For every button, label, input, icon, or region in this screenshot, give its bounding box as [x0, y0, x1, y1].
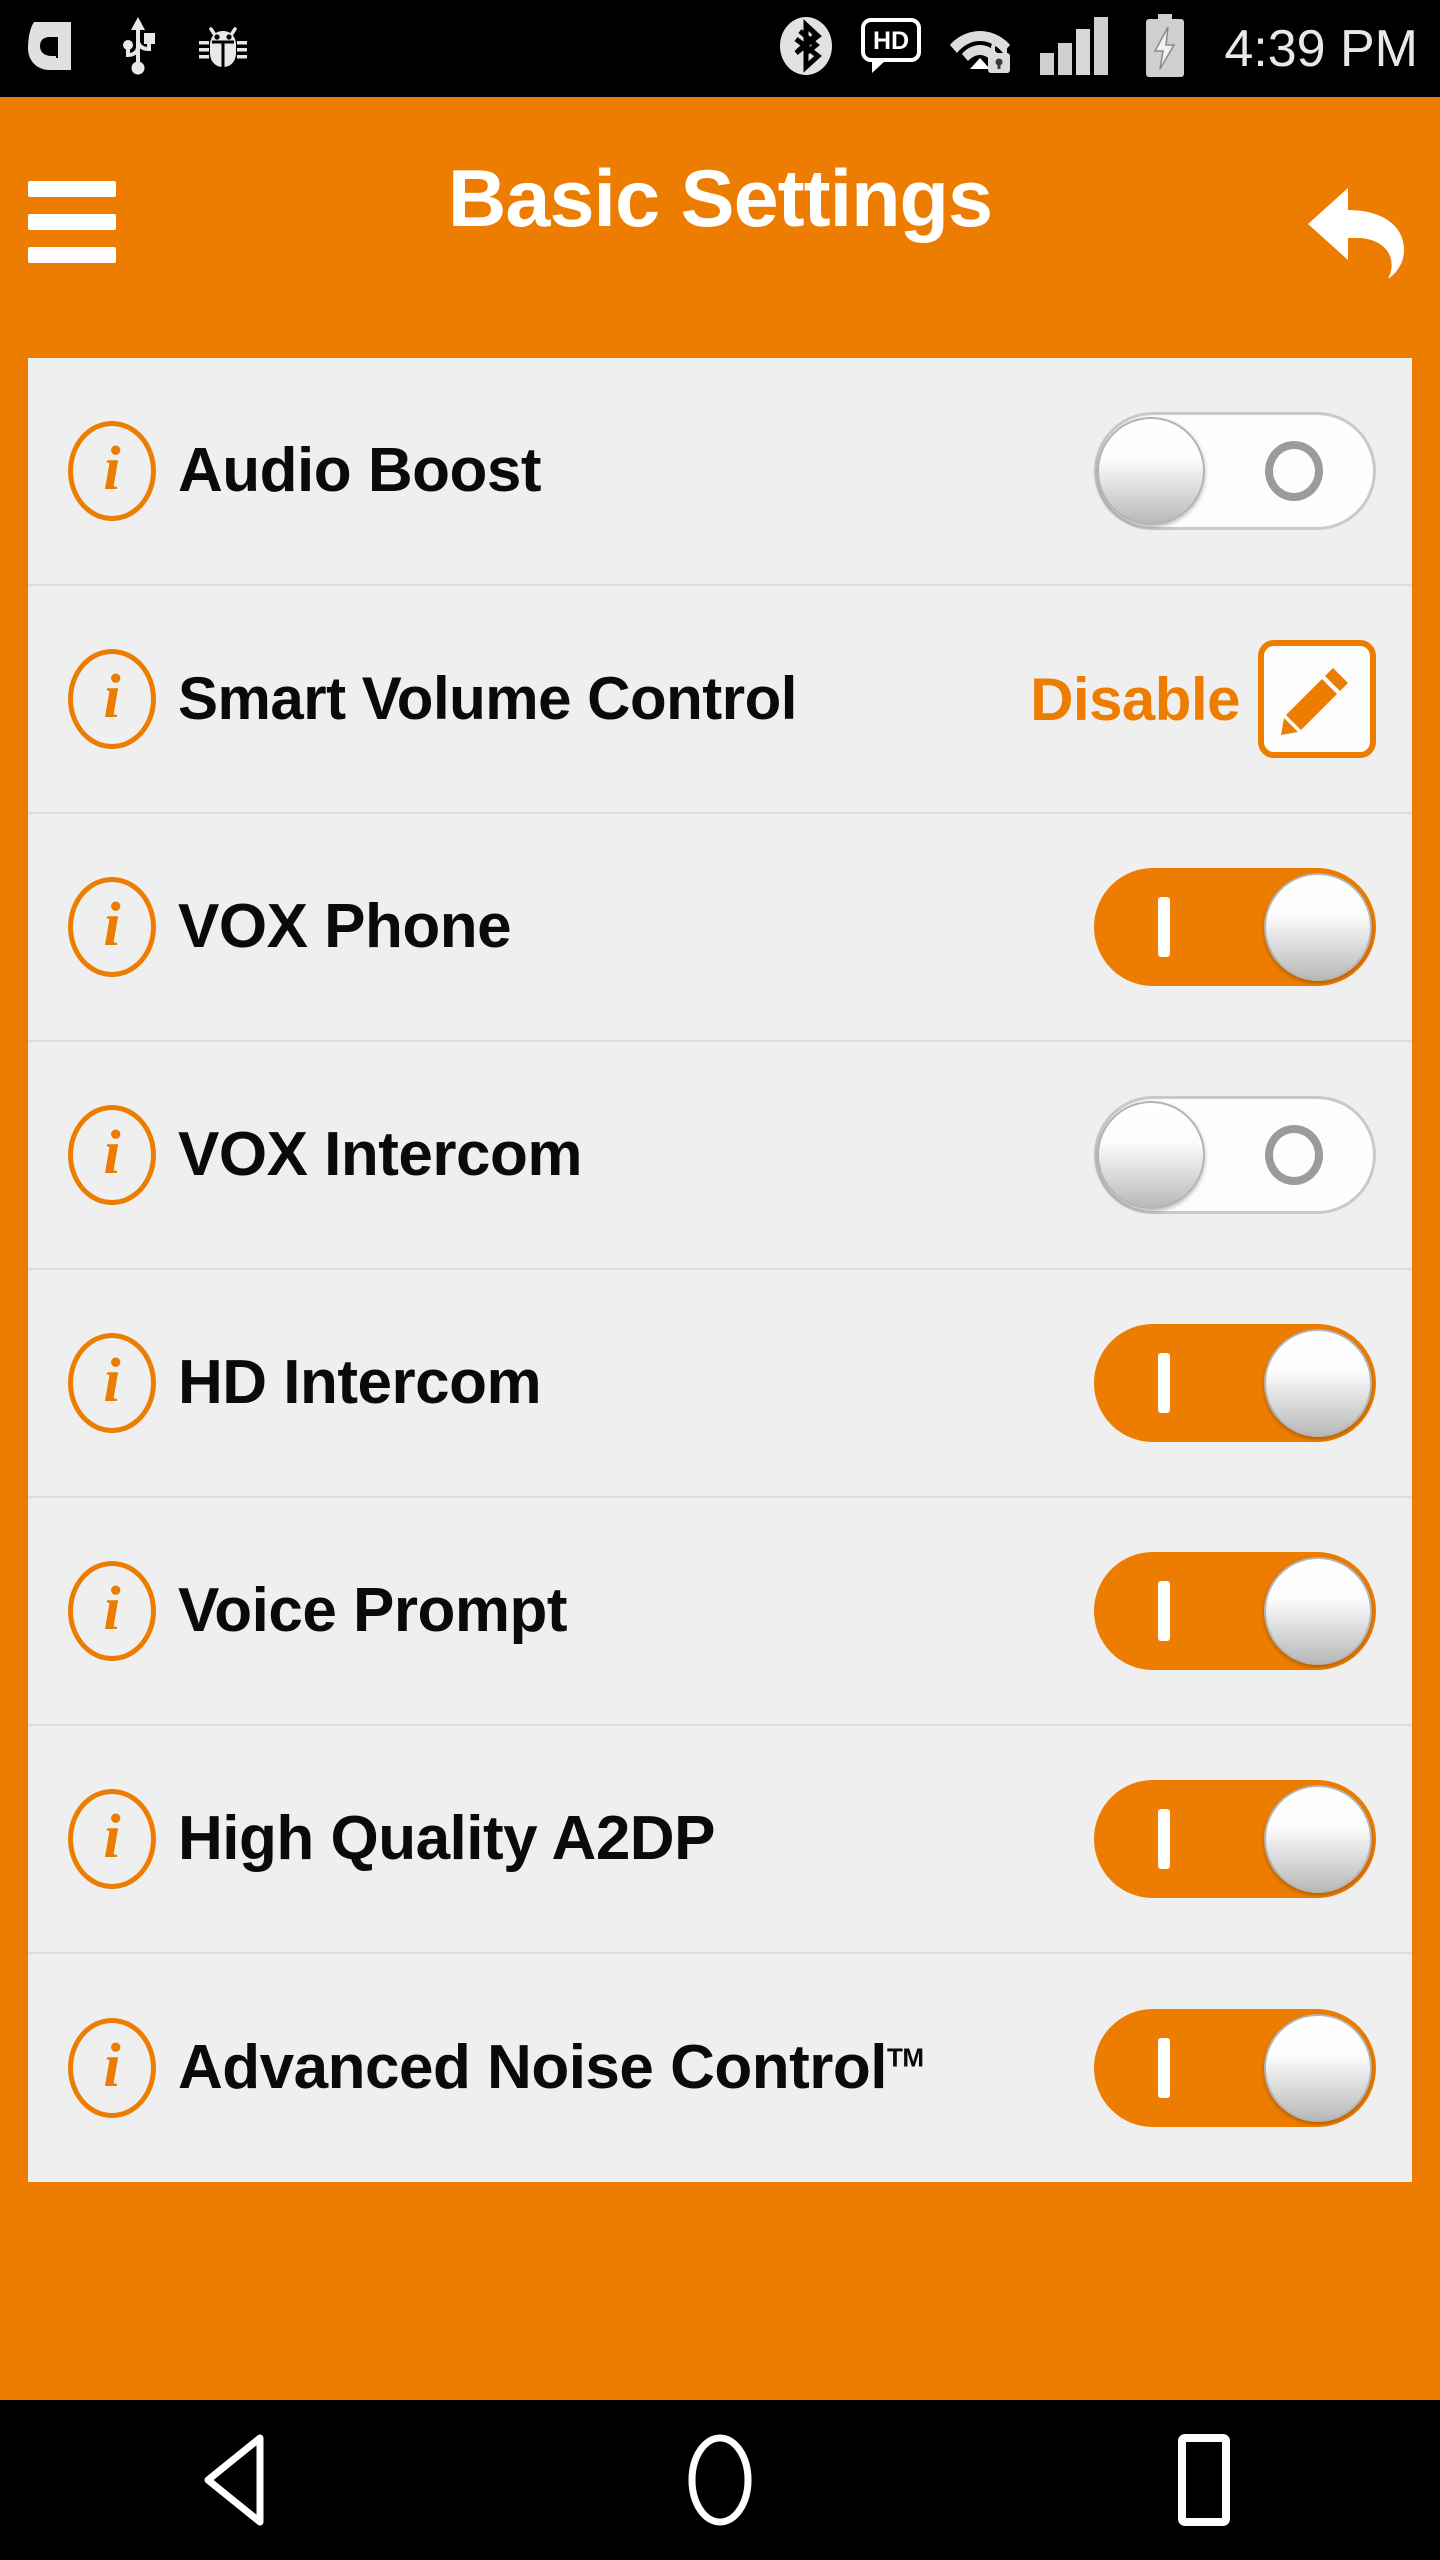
info-icon[interactable]: i [68, 1105, 156, 1205]
info-icon[interactable]: i [68, 877, 156, 977]
status-bar-left-icons [28, 17, 250, 80]
settings-list: i Audio Boost i Smart Volume Control Dis… [28, 358, 1412, 2182]
setting-value: Disable [1030, 665, 1240, 733]
toggle-voice-prompt[interactable] [1094, 1552, 1376, 1670]
info-icon-glyph: i [103, 2032, 121, 2100]
battery-charging-icon [1142, 14, 1188, 83]
info-icon[interactable]: i [68, 1561, 156, 1661]
cellular-signal-icon [1038, 15, 1116, 82]
setting-label: Smart Volume Control [178, 664, 797, 732]
android-navigation-bar [0, 2400, 1440, 2560]
info-icon-glyph: i [103, 663, 121, 731]
phone-screen: HD 4:39 PM Basic Settings i Audio Boost … [0, 0, 1440, 2560]
setting-label: Audio Boost [178, 436, 542, 506]
toggle-on-mark [1158, 1353, 1170, 1413]
value-edit-group: Disable [1030, 640, 1376, 758]
info-icon[interactable]: i [68, 421, 156, 521]
toggle-knob [1264, 1785, 1372, 1893]
setting-row-audio-boost[interactable]: i Audio Boost [28, 358, 1412, 586]
toggle-high-quality-a2dp[interactable] [1094, 1780, 1376, 1898]
menu-line-3 [28, 247, 116, 263]
toggle-on-mark [1158, 1581, 1170, 1641]
nav-home-button[interactable] [480, 2400, 960, 2560]
setting-row-voice-prompt[interactable]: i Voice Prompt [28, 1498, 1412, 1726]
toggle-off-mark [1265, 441, 1323, 501]
bluetooth-icon [778, 15, 834, 82]
status-clock: 4:39 PM [1224, 19, 1418, 78]
info-icon[interactable]: i [68, 2018, 156, 2118]
nav-recents-button[interactable] [960, 2400, 1440, 2560]
info-icon-glyph: i [103, 891, 121, 959]
info-icon-glyph: i [103, 1575, 121, 1643]
info-icon-glyph: i [103, 435, 121, 503]
toggle-vox-phone[interactable] [1094, 868, 1376, 986]
info-icon-glyph: i [103, 1119, 121, 1187]
toggle-on-mark [1158, 897, 1170, 957]
info-icon[interactable]: i [68, 1333, 156, 1433]
toggle-knob [1264, 1329, 1372, 1437]
setting-label: HD Intercom [178, 1348, 542, 1418]
debug-bug-icon [196, 19, 250, 78]
toggle-on-mark [1158, 1809, 1170, 1869]
toggle-on-mark [1158, 2038, 1170, 2098]
usb-icon [118, 17, 158, 80]
setting-label: High Quality A2DP [178, 1804, 715, 1874]
setting-row-vox-intercom[interactable]: i VOX Intercom [28, 1042, 1412, 1270]
toggle-knob [1097, 1101, 1205, 1209]
setting-label: VOX Phone [178, 892, 512, 962]
toggle-knob [1097, 417, 1205, 525]
square-recents-icon [1178, 2434, 1230, 2526]
status-bar: HD 4:39 PM [0, 0, 1440, 97]
toggle-off-mark [1265, 1125, 1323, 1185]
setting-label: Advanced Noise Control [178, 2033, 888, 2103]
toggle-knob [1264, 873, 1372, 981]
app-header: Basic Settings [0, 97, 1440, 347]
circle-home-icon [688, 2434, 752, 2526]
toggle-vox-intercom[interactable] [1094, 1096, 1376, 1214]
info-icon[interactable]: i [68, 1789, 156, 1889]
setting-label: VOX Intercom [178, 1120, 583, 1190]
toggle-hd-intercom[interactable] [1094, 1324, 1376, 1442]
toggle-knob [1264, 2014, 1372, 2122]
info-icon-glyph: i [103, 1803, 121, 1871]
sena-app-icon [28, 18, 80, 79]
setting-label: Voice Prompt [178, 1576, 568, 1646]
setting-row-smart-volume-control[interactable]: i Smart Volume Control Disable [28, 586, 1412, 814]
setting-label-group: Advanced Noise ControlTM [178, 2031, 1094, 2104]
toggle-audio-boost[interactable] [1094, 412, 1376, 530]
info-icon[interactable]: i [68, 649, 156, 749]
status-bar-right-icons: HD 4:39 PM [778, 14, 1418, 83]
trademark-mark: TM [887, 2042, 924, 2073]
triangle-back-icon [204, 2434, 264, 2526]
hd-voice-icon: HD [860, 15, 922, 82]
wifi-secured-icon [948, 17, 1012, 80]
setting-row-vox-phone[interactable]: i VOX Phone [28, 814, 1412, 1042]
back-undo-arrow-icon[interactable] [1300, 177, 1420, 287]
svg-text:HD: HD [873, 27, 909, 55]
page-title: Basic Settings [447, 154, 993, 244]
setting-row-advanced-noise-control[interactable]: i Advanced Noise ControlTM [28, 1954, 1412, 2182]
setting-row-high-quality-a2dp[interactable]: i High Quality A2DP [28, 1726, 1412, 1954]
setting-row-hd-intercom[interactable]: i HD Intercom [28, 1270, 1412, 1498]
info-icon-glyph: i [103, 1347, 121, 1415]
pencil-edit-icon[interactable] [1258, 640, 1376, 758]
toggle-advanced-noise-control[interactable] [1094, 2009, 1376, 2127]
nav-back-button[interactable] [0, 2400, 480, 2560]
toggle-knob [1264, 1557, 1372, 1665]
